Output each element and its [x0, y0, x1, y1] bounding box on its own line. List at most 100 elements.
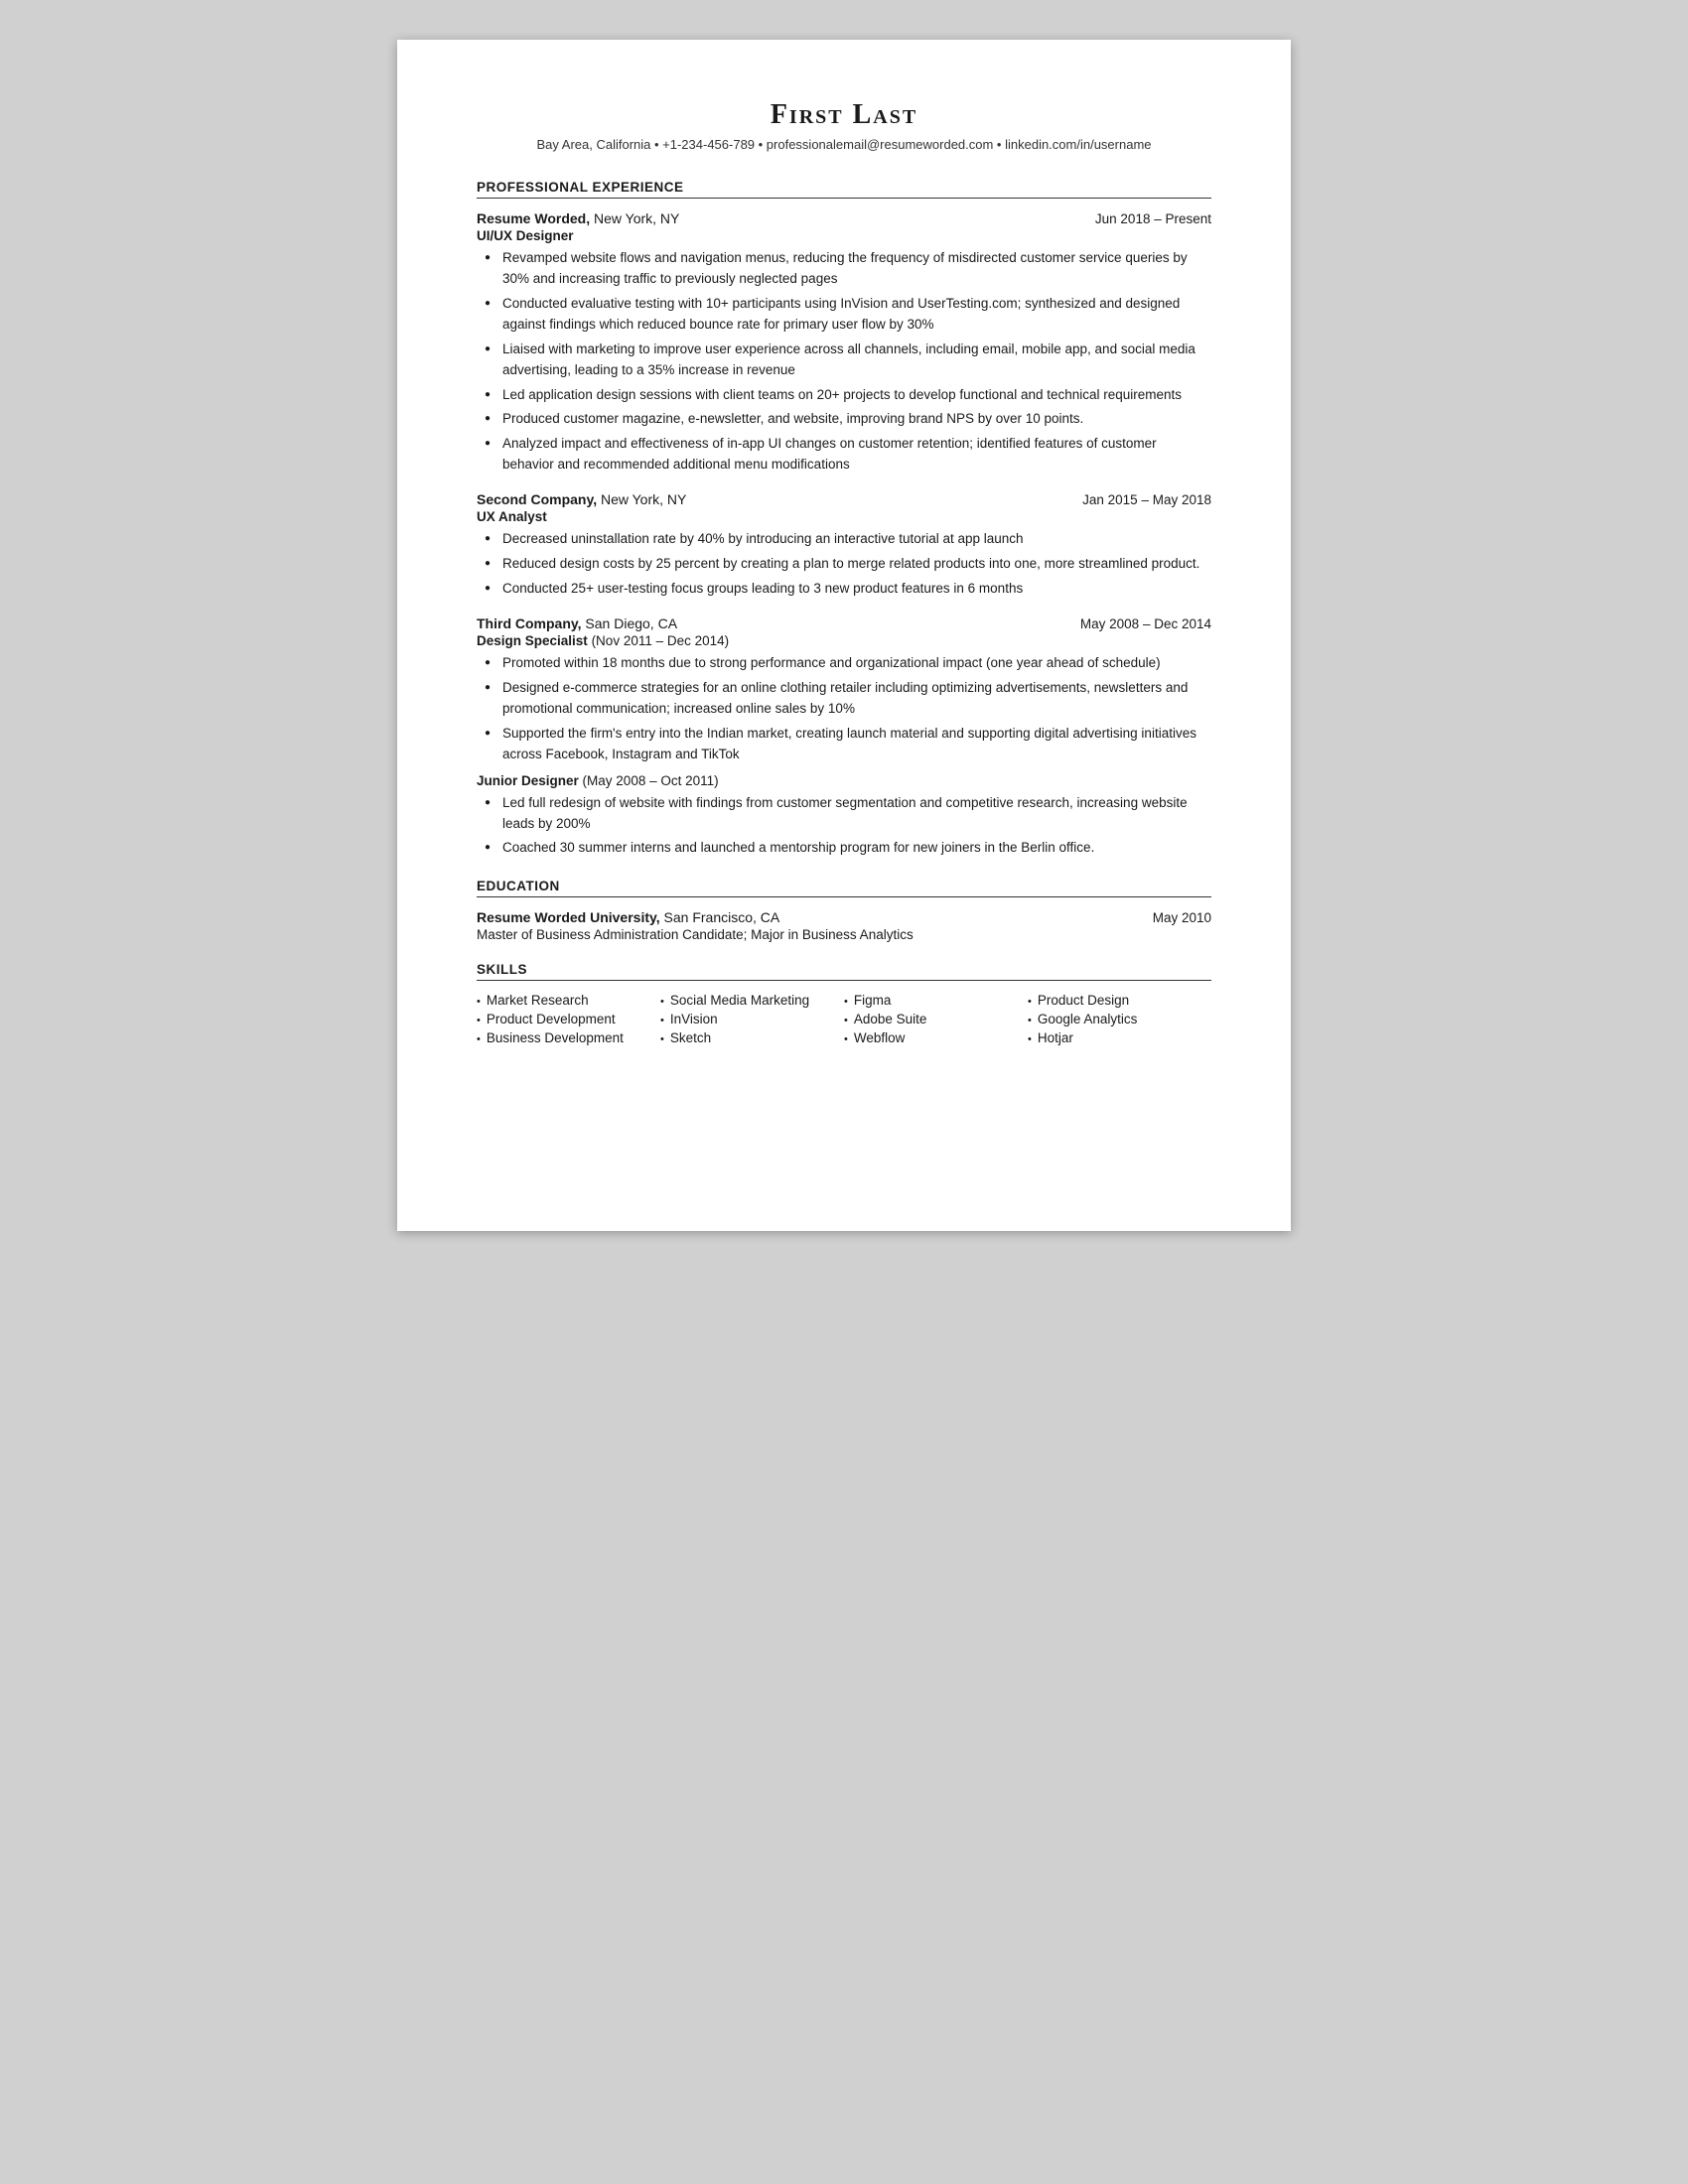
skill-label: Google Analytics — [1038, 1012, 1138, 1026]
skills-column-4: • Product Design • Google Analytics • Ho… — [1028, 993, 1211, 1045]
job-location-3: San Diego, CA — [585, 615, 677, 631]
edu-school-location-1: San Francisco, CA — [664, 909, 780, 925]
skill-bullet-icon: • — [844, 996, 848, 1008]
job-company-2: Second Company, New York, NY — [477, 491, 686, 507]
skill-item: • Social Media Marketing — [660, 993, 844, 1008]
edu-school-name-1: Resume Worded University, — [477, 909, 660, 925]
job-title-2: UX Analyst — [477, 509, 1211, 524]
job-title-text-3: Design Specialist — [477, 633, 588, 648]
job-location-2: New York, NY — [601, 491, 686, 507]
bullet-item: Reduced design costs by 25 percent by cr… — [485, 554, 1211, 575]
skill-item: • Google Analytics — [1028, 1012, 1211, 1026]
resume-page: First Last Bay Area, California • +1-234… — [397, 40, 1291, 1231]
skill-label: Social Media Marketing — [670, 993, 809, 1008]
skill-label: Hotjar — [1038, 1030, 1073, 1045]
edu-header-1: Resume Worded University, San Francisco,… — [477, 909, 1211, 925]
skill-bullet-icon: • — [660, 1015, 664, 1026]
skills-grid: • Market Research • Product Development … — [477, 993, 1211, 1045]
skill-bullet-icon: • — [1028, 1015, 1032, 1026]
bullet-item: Decreased uninstallation rate by 40% by … — [485, 529, 1211, 550]
skill-item: • InVision — [660, 1012, 844, 1026]
company-name-2: Second Company — [477, 491, 593, 507]
bullet-item: Designed e-commerce strategies for an on… — [485, 678, 1211, 720]
job-bullets-2: Decreased uninstallation rate by 40% by … — [477, 529, 1211, 600]
skill-label: Figma — [854, 993, 892, 1008]
job-block-2: Second Company, New York, NY Jan 2015 – … — [477, 491, 1211, 600]
skill-bullet-icon: • — [844, 1015, 848, 1026]
job-bullets-1: Revamped website flows and navigation me… — [477, 248, 1211, 476]
experience-section: Professional Experience Resume Worded, N… — [477, 180, 1211, 859]
bullet-item: Promoted within 18 months due to strong … — [485, 653, 1211, 674]
skill-bullet-icon: • — [660, 1033, 664, 1045]
company-name-3: Third Company — [477, 615, 578, 631]
job-bullets-3-main: Promoted within 18 months due to strong … — [477, 653, 1211, 765]
bullet-item: Led application design sessions with cli… — [485, 385, 1211, 406]
experience-section-title: Professional Experience — [477, 180, 1211, 199]
skill-bullet-icon: • — [660, 996, 664, 1008]
job-location-1: New York, NY — [594, 210, 679, 226]
edu-dates-1: May 2010 — [1153, 910, 1211, 925]
skills-section-title: Skills — [477, 962, 1211, 981]
bullet-item: Conducted 25+ user-testing focus groups … — [485, 579, 1211, 600]
skill-bullet-icon: • — [1028, 996, 1032, 1008]
skill-label: Webflow — [854, 1030, 906, 1045]
job-title-dates-3: (Nov 2011 – Dec 2014) — [592, 633, 730, 648]
job-header-1: Resume Worded, New York, NY Jun 2018 – P… — [477, 210, 1211, 226]
skill-bullet-icon: • — [844, 1033, 848, 1045]
edu-school-1: Resume Worded University, San Francisco,… — [477, 909, 779, 925]
skill-item: • Product Development — [477, 1012, 660, 1026]
skill-item: • Business Development — [477, 1030, 660, 1045]
job-dates-2: Jan 2015 – May 2018 — [1082, 492, 1211, 507]
edu-block-1: Resume Worded University, San Francisco,… — [477, 909, 1211, 942]
job-company-3: Third Company, San Diego, CA — [477, 615, 677, 631]
skill-label: Sketch — [670, 1030, 711, 1045]
education-section: Education Resume Worded University, San … — [477, 879, 1211, 942]
job-bullets-3-sub: Led full redesign of website with findin… — [477, 793, 1211, 860]
bullet-item: Produced customer magazine, e-newsletter… — [485, 409, 1211, 430]
skill-label: Product Development — [487, 1012, 616, 1026]
skill-item: • Hotjar — [1028, 1030, 1211, 1045]
skill-bullet-icon: • — [477, 1015, 481, 1026]
job-header-3: Third Company, San Diego, CA May 2008 – … — [477, 615, 1211, 631]
job-header-2: Second Company, New York, NY Jan 2015 – … — [477, 491, 1211, 507]
bullet-item: Led full redesign of website with findin… — [485, 793, 1211, 835]
candidate-name: First Last — [477, 99, 1211, 131]
skill-item: • Figma — [844, 993, 1028, 1008]
bullet-item: Conducted evaluative testing with 10+ pa… — [485, 294, 1211, 336]
bullet-item: Revamped website flows and navigation me… — [485, 248, 1211, 290]
skill-item: • Product Design — [1028, 993, 1211, 1008]
job-sub-title-dates-3: (May 2008 – Oct 2011) — [583, 773, 719, 788]
job-sub-title-3: Junior Designer (May 2008 – Oct 2011) — [477, 773, 1211, 788]
skill-label: Business Development — [487, 1030, 624, 1045]
education-section-title: Education — [477, 879, 1211, 897]
contact-info: Bay Area, California • +1-234-456-789 • … — [477, 137, 1211, 152]
skill-bullet-icon: • — [1028, 1033, 1032, 1045]
job-block-3: Third Company, San Diego, CA May 2008 – … — [477, 615, 1211, 859]
job-block-1: Resume Worded, New York, NY Jun 2018 – P… — [477, 210, 1211, 476]
job-company-1: Resume Worded, New York, NY — [477, 210, 679, 226]
bullet-item: Supported the firm's entry into the Indi… — [485, 724, 1211, 765]
company-name-1: Resume Worded — [477, 210, 586, 226]
skill-item: • Market Research — [477, 993, 660, 1008]
job-title-1: UI/UX Designer — [477, 228, 1211, 243]
skills-column-1: • Market Research • Product Development … — [477, 993, 660, 1045]
skill-bullet-icon: • — [477, 996, 481, 1008]
skill-item: • Adobe Suite — [844, 1012, 1028, 1026]
skills-column-3: • Figma • Adobe Suite • Webflow — [844, 993, 1028, 1045]
skill-label: Adobe Suite — [854, 1012, 927, 1026]
job-dates-3: May 2008 – Dec 2014 — [1080, 616, 1211, 631]
job-sub-title-text-3: Junior Designer — [477, 773, 579, 788]
skill-label: Market Research — [487, 993, 589, 1008]
bullet-item: Liaised with marketing to improve user e… — [485, 340, 1211, 381]
skills-section: Skills • Market Research • Product Devel… — [477, 962, 1211, 1045]
job-dates-1: Jun 2018 – Present — [1095, 211, 1211, 226]
resume-header: First Last Bay Area, California • +1-234… — [477, 99, 1211, 152]
job-title-3: Design Specialist (Nov 2011 – Dec 2014) — [477, 633, 1211, 648]
skills-column-2: • Social Media Marketing • InVision • Sk… — [660, 993, 844, 1045]
skill-label: Product Design — [1038, 993, 1129, 1008]
skill-label: InVision — [670, 1012, 718, 1026]
skill-bullet-icon: • — [477, 1033, 481, 1045]
skill-item: • Sketch — [660, 1030, 844, 1045]
skill-item: • Webflow — [844, 1030, 1028, 1045]
edu-degree-1: Master of Business Administration Candid… — [477, 927, 1211, 942]
